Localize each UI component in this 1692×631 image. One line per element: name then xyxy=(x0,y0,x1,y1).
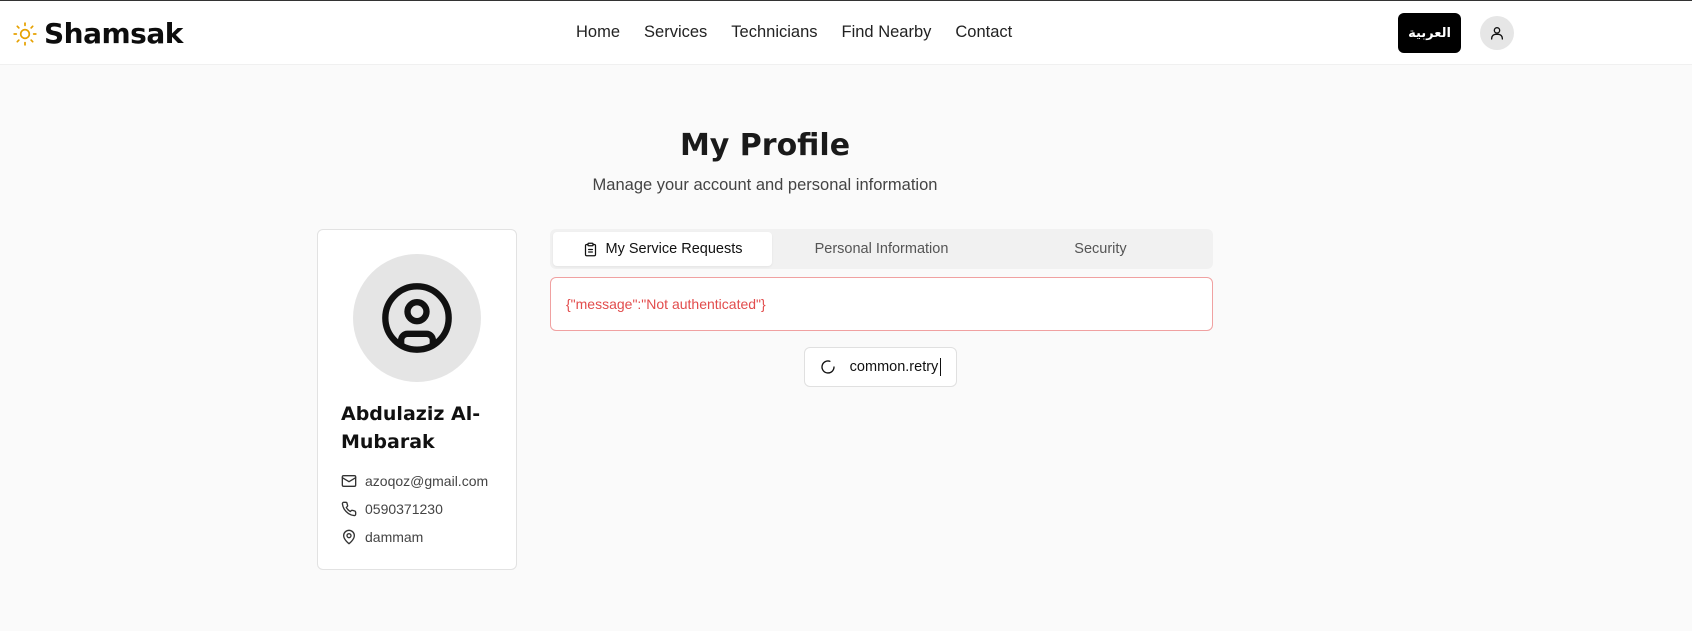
profile-email-row: azoqoz@gmail.com xyxy=(341,473,488,489)
profile-tabs: My Service Requests Personal Information… xyxy=(550,229,1213,269)
clipboard-list-icon xyxy=(584,242,596,256)
main-nav: Home Services Technicians Find Nearby Co… xyxy=(576,23,1012,42)
retry-button[interactable]: common.retry xyxy=(804,347,957,387)
profile-avatar xyxy=(353,254,481,382)
brand-logo[interactable]: Shamsak xyxy=(12,17,183,50)
page-title: My Profile xyxy=(679,128,851,163)
profile-phone-row: 0590371230 xyxy=(341,501,443,517)
error-alert: {"message":"Not authenticated"} xyxy=(550,277,1213,331)
profile-email: azoqoz@gmail.com xyxy=(365,473,489,489)
tab-personal-information[interactable]: Personal Information xyxy=(772,232,991,266)
error-message: {"message":"Not authenticated"} xyxy=(566,296,766,312)
tab-service-requests-label: My Service Requests xyxy=(605,241,743,257)
user-icon xyxy=(1491,27,1503,40)
user-circle-icon xyxy=(382,283,452,353)
site-header: Shamsak Home Services Technicians Find N… xyxy=(0,1,1692,65)
tab-security-label: Security xyxy=(1074,241,1127,257)
nav-contact[interactable]: Contact xyxy=(955,23,1012,42)
page-subtitle: Manage your account and personal informa… xyxy=(592,176,938,194)
profile-card: Abdulaziz Al-Mubarak azoqoz@gmail.com 05… xyxy=(317,229,517,570)
brand-name: Shamsak xyxy=(44,17,183,50)
sun-icon xyxy=(13,21,37,46)
language-toggle-button[interactable]: العربية xyxy=(1398,13,1461,53)
map-pin-icon xyxy=(343,529,355,545)
phone-icon xyxy=(341,501,357,517)
user-menu-button[interactable] xyxy=(1480,16,1514,50)
loading-spinner-icon xyxy=(821,360,835,374)
nav-technicians[interactable]: Technicians xyxy=(731,23,817,42)
retry-button-label: common.retry xyxy=(849,359,939,375)
nav-services[interactable]: Services xyxy=(644,23,707,42)
tab-security[interactable]: Security xyxy=(991,232,1210,266)
nav-home[interactable]: Home xyxy=(576,23,620,42)
text-caret xyxy=(940,358,942,376)
profile-city: dammam xyxy=(365,529,424,545)
tab-personal-information-label: Personal Information xyxy=(814,241,949,257)
profile-phone: 0590371230 xyxy=(365,501,443,517)
profile-location-row: dammam xyxy=(341,529,423,545)
nav-find-nearby[interactable]: Find Nearby xyxy=(842,23,932,42)
profile-name: Abdulaziz Al-Mubarak xyxy=(341,403,481,453)
mail-icon xyxy=(341,475,357,487)
tab-service-requests[interactable]: My Service Requests xyxy=(553,232,772,266)
